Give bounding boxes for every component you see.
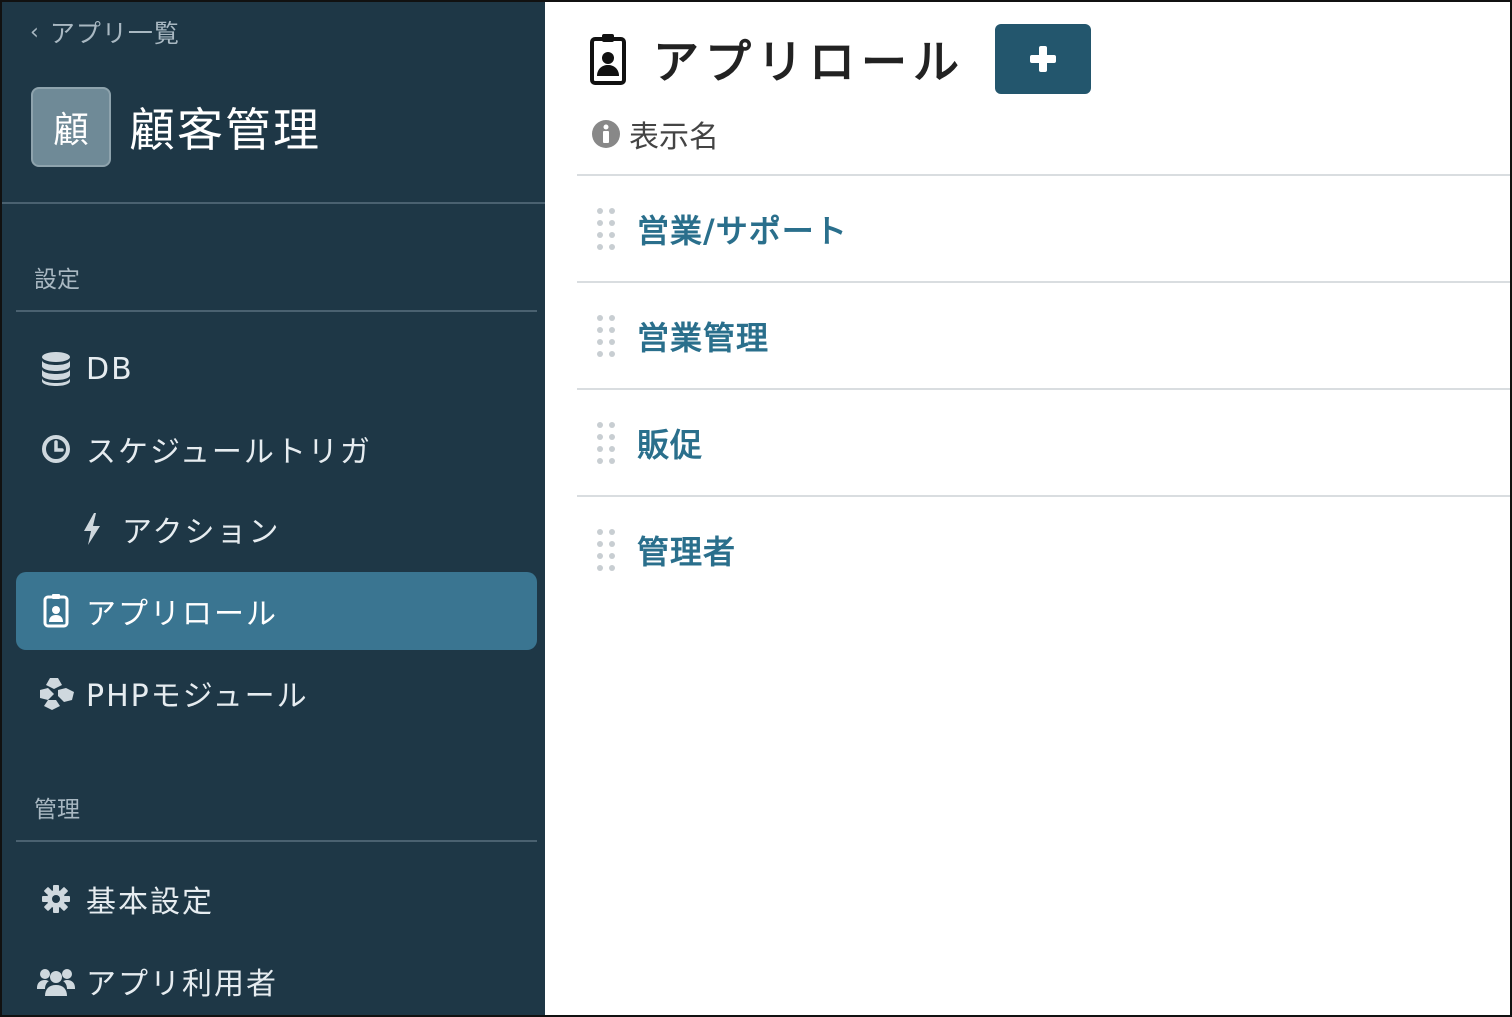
info-icon [592, 120, 620, 148]
role-name-link[interactable]: 営業/サポート [637, 206, 848, 252]
section-rule [16, 310, 537, 312]
id-badge-icon [589, 31, 631, 87]
id-badge-icon [36, 591, 76, 631]
drag-handle-icon[interactable] [595, 207, 617, 251]
drag-handle-icon[interactable] [595, 528, 617, 572]
sidebar-item-db[interactable]: DB [16, 330, 537, 408]
role-name-link[interactable]: 営業管理 [637, 313, 769, 359]
database-icon [36, 349, 76, 389]
app-header: 顧 顧客管理 [31, 87, 321, 167]
sidebar-item-label: アプリロール [86, 597, 278, 632]
bolt-icon [72, 509, 112, 549]
gear-icon [36, 879, 76, 919]
sidebar-item-label: 基本設定 [86, 885, 214, 920]
chevron-left-icon: ‹ [30, 19, 40, 45]
sidebar-item-basic-settings[interactable]: 基本設定 [16, 860, 537, 938]
plus-icon [1030, 46, 1056, 72]
role-row[interactable]: 営業/サポート [577, 174, 1510, 281]
sidebar: ‹ アプリ一覧 顧 顧客管理 設定 DB スケジュールトリガ アクション アプリ… [2, 2, 545, 1015]
sidebar-item-app-users[interactable]: アプリ利用者 [16, 942, 537, 1015]
sidebar-item-label: アプリ利用者 [86, 967, 278, 1002]
role-row[interactable]: 販促 [577, 388, 1510, 495]
section-label-settings: 設定 [34, 267, 80, 293]
sidebar-item-schedule-trigger[interactable]: スケジュールトリガ [16, 410, 537, 488]
page-header: アプリロール [589, 24, 1091, 94]
role-name-link[interactable]: 販促 [637, 420, 703, 466]
back-to-app-list-link[interactable]: ‹ アプリ一覧 [30, 14, 180, 50]
app-window: ‹ アプリ一覧 顧 顧客管理 設定 DB スケジュールトリガ アクション アプリ… [0, 0, 1512, 1017]
add-role-button[interactable] [995, 24, 1091, 94]
clock-icon [36, 429, 76, 469]
app-avatar: 顧 [31, 87, 111, 167]
users-icon [36, 961, 76, 1001]
role-row[interactable]: 営業管理 [577, 281, 1510, 388]
sidebar-item-app-role[interactable]: アプリロール [16, 572, 537, 650]
app-title: 顧客管理 [129, 103, 321, 157]
section-label-admin: 管理 [34, 797, 80, 823]
drag-handle-icon[interactable] [595, 421, 617, 465]
column-header-display-name: 表示名 [591, 112, 719, 156]
sidebar-item-label: アクション [122, 515, 281, 550]
sidebar-item-php-module[interactable]: PHPモジュール [16, 654, 537, 732]
sidebar-item-label: PHPモジュール [86, 679, 309, 714]
section-rule [16, 840, 537, 842]
back-link-label: アプリ一覧 [49, 19, 180, 48]
sidebar-divider [2, 202, 545, 204]
column-header-label: 表示名 [629, 120, 719, 155]
main-content: アプリロール 表示名 営業/サポート 営業管理 販促 管理者 [545, 2, 1510, 1015]
role-name-link[interactable]: 管理者 [637, 527, 736, 573]
cubes-icon [36, 673, 76, 713]
role-list: 営業/サポート 営業管理 販促 管理者 [577, 174, 1510, 602]
page-title: アプリロール [653, 35, 965, 89]
sidebar-item-label: スケジュールトリガ [86, 435, 372, 470]
drag-handle-icon[interactable] [595, 314, 617, 358]
sidebar-item-action[interactable]: アクション [16, 490, 537, 568]
role-row[interactable]: 管理者 [577, 495, 1510, 602]
sidebar-item-label: DB [86, 351, 134, 387]
